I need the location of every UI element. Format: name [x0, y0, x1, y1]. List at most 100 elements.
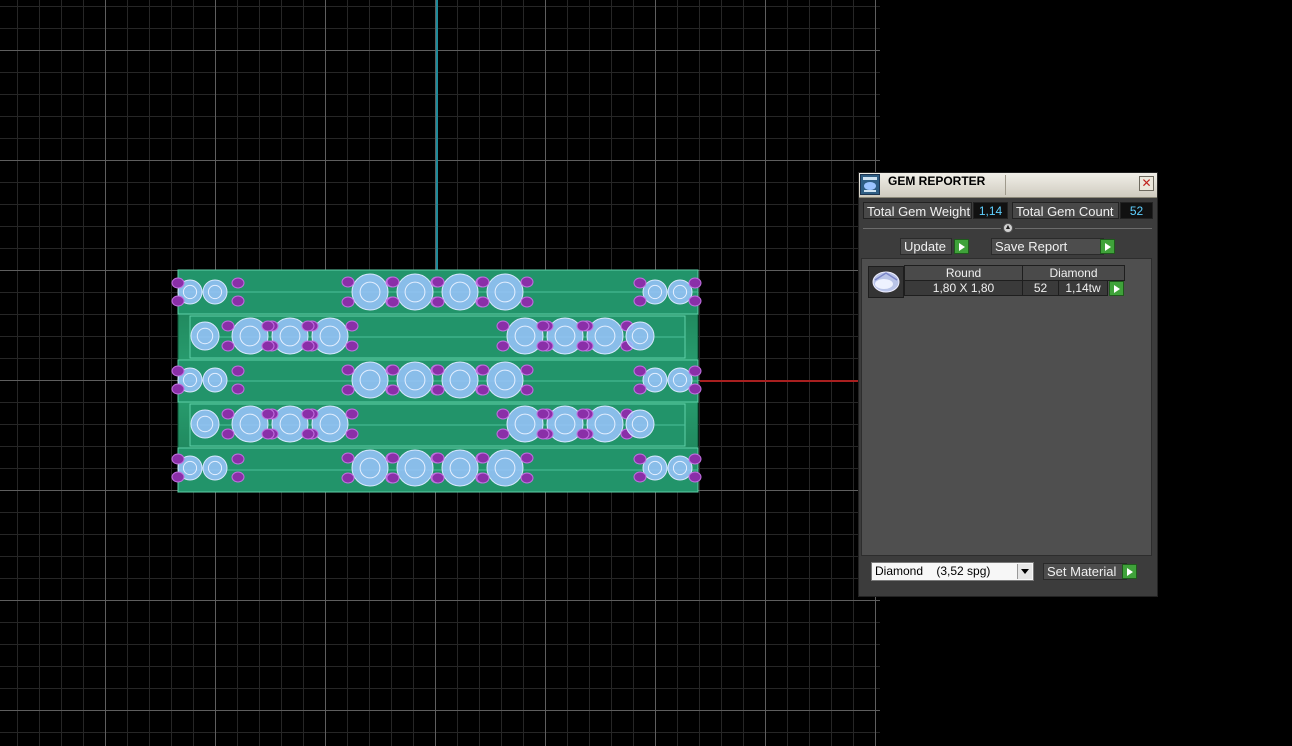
prong [221, 340, 235, 352]
prong [476, 276, 490, 288]
update-arrow-icon[interactable] [954, 239, 969, 254]
gem-stone [351, 273, 389, 311]
prong [341, 296, 355, 308]
panel-titlebar[interactable]: GEM REPORTER ✕ [859, 173, 1157, 198]
prong [171, 471, 185, 483]
prong [345, 408, 359, 420]
prong [688, 365, 702, 377]
prong [496, 408, 510, 420]
prong [633, 471, 647, 483]
gem-stone [396, 361, 434, 399]
splitter-line-right [1015, 228, 1152, 229]
close-icon[interactable]: ✕ [1139, 176, 1154, 191]
gem-stone [351, 449, 389, 487]
prong [231, 277, 245, 289]
prong [476, 384, 490, 396]
prong [231, 471, 245, 483]
total-weight-label: Total Gem Weight [863, 202, 972, 219]
gem-stone [486, 273, 524, 311]
prong [431, 364, 445, 376]
prong [576, 428, 590, 440]
prong [476, 452, 490, 464]
update-button[interactable]: Update [900, 238, 952, 255]
prong [520, 472, 534, 484]
prong [261, 320, 275, 332]
prong [301, 408, 315, 420]
3d-viewport[interactable] [0, 0, 880, 746]
prong [431, 452, 445, 464]
total-count-label: Total Gem Count [1012, 202, 1119, 219]
gem-weight-cell: 1,14tw [1058, 280, 1108, 296]
prong [386, 364, 400, 376]
material-select[interactable]: Diamond (3,52 spg) [871, 562, 1034, 581]
prong [576, 340, 590, 352]
gem-stone [642, 279, 668, 305]
gem-reporter-panel: GEM REPORTER ✕ Total Gem Weight 1,14 Tot… [858, 172, 1158, 597]
prong [688, 471, 702, 483]
prong [520, 276, 534, 288]
gem-shape-header: Round [904, 265, 1023, 281]
ring-model-wireframe[interactable] [0, 0, 880, 746]
prong [576, 408, 590, 420]
prong [476, 296, 490, 308]
gem-stone [642, 367, 668, 393]
prong [688, 383, 702, 395]
titlebar-separator [1005, 175, 1006, 195]
gem-stone [351, 361, 389, 399]
prong [171, 365, 185, 377]
gem-list[interactable] [861, 258, 1152, 556]
prong [386, 296, 400, 308]
set-material-button[interactable]: Set Material [1043, 563, 1127, 580]
prong [341, 452, 355, 464]
prong [221, 320, 235, 332]
splitter-knob-icon[interactable]: ▲ [1003, 223, 1013, 233]
material-select-value: Diamond (3,52 spg) [875, 564, 991, 578]
prong [231, 365, 245, 377]
prong [386, 276, 400, 288]
prong [496, 320, 510, 332]
prong [231, 295, 245, 307]
gem-stone [642, 455, 668, 481]
prong [221, 408, 235, 420]
gem-stone [441, 273, 479, 311]
gem-stone [202, 367, 228, 393]
gem-count-cell: 52 [1022, 280, 1059, 296]
prong [171, 453, 185, 465]
set-material-arrow-icon[interactable] [1122, 564, 1137, 579]
prong [633, 295, 647, 307]
gem-stone [486, 449, 524, 487]
total-count-value: 52 [1120, 202, 1153, 219]
prong [536, 340, 550, 352]
x-axis-line [700, 380, 858, 382]
chevron-down-icon[interactable] [1017, 564, 1032, 579]
round-gem-icon[interactable] [868, 266, 904, 298]
prong [536, 408, 550, 420]
prong [341, 384, 355, 396]
prong [231, 383, 245, 395]
prong [476, 364, 490, 376]
prong [345, 320, 359, 332]
gem-stone [441, 361, 479, 399]
gem-stone [396, 273, 434, 311]
total-weight-value: 1,14 [973, 202, 1008, 219]
prong [261, 408, 275, 420]
prong [520, 364, 534, 376]
prong [431, 276, 445, 288]
prong [688, 277, 702, 289]
prong [221, 428, 235, 440]
gem-stone [202, 455, 228, 481]
save-report-arrow-icon[interactable] [1100, 239, 1115, 254]
prong [341, 276, 355, 288]
gem-row-arrow-icon[interactable] [1109, 281, 1124, 296]
save-report-button[interactable]: Save Report [991, 238, 1104, 255]
prong [301, 320, 315, 332]
prong [633, 365, 647, 377]
prong [536, 428, 550, 440]
prong [536, 320, 550, 332]
gem-stone [202, 279, 228, 305]
gem-stone [441, 449, 479, 487]
prong [386, 472, 400, 484]
prong [520, 452, 534, 464]
prong [576, 320, 590, 332]
gem-stone [667, 279, 693, 305]
